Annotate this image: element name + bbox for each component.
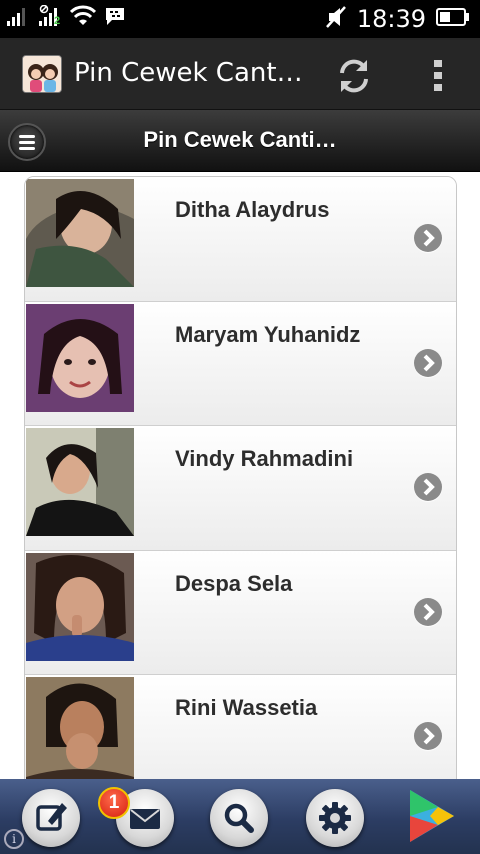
search-icon — [224, 803, 254, 833]
contact-list-container[interactable]: Ditha Alaydrus Maryam Yuhanidz Vindy Rah… — [0, 172, 480, 779]
signal-icon: 2 — [38, 4, 62, 32]
signal-icon — [6, 5, 30, 32]
avatar — [26, 179, 134, 287]
more-vert-icon — [434, 60, 442, 91]
settings-button[interactable] — [306, 789, 364, 847]
avatar — [26, 552, 134, 661]
battery-icon — [436, 7, 470, 32]
mail-badge: 1 — [98, 787, 130, 819]
contact-name: Despa Sela — [175, 570, 293, 596]
contact-name: Ditha Alaydrus — [175, 197, 330, 222]
chevron-right-icon — [414, 473, 442, 502]
list-item[interactable]: Ditha Alaydrus — [25, 177, 456, 302]
chevron-right-icon — [414, 348, 442, 377]
refresh-icon — [340, 59, 368, 93]
compose-icon — [36, 803, 67, 831]
action-bar: Pin Cewek Cant… — [0, 38, 480, 110]
list-item[interactable]: Maryam Yuhanidz — [25, 301, 456, 427]
list-item[interactable]: Despa Sela — [25, 550, 456, 676]
compose-button[interactable] — [22, 789, 80, 847]
mute-icon — [325, 5, 347, 34]
list-item[interactable]: Vindy Rahmadini — [25, 426, 456, 551]
chevron-right-icon — [414, 597, 442, 626]
contact-name: Maryam Yuhanidz — [175, 321, 361, 347]
sim2-label: 2 — [54, 15, 61, 27]
wifi-icon — [69, 5, 97, 32]
contact-name: Vindy Rahmadini — [175, 446, 354, 472]
status-bar: 2 18:39 — [0, 0, 480, 38]
clock: 18:39 — [356, 5, 426, 33]
play-store-button[interactable] — [404, 788, 460, 844]
info-icon[interactable]: i — [4, 829, 24, 849]
play-store-icon — [410, 790, 454, 842]
list-item[interactable]: Rini Wassetia — [25, 675, 456, 779]
overflow-menu-button[interactable] — [428, 56, 448, 96]
app-title: Pin Cewek Cant… — [74, 58, 303, 88]
avatar — [26, 428, 134, 537]
menu-icon — [19, 135, 35, 153]
search-button[interactable] — [210, 789, 268, 847]
avatar — [26, 303, 134, 412]
settings-icon — [319, 802, 351, 834]
chevron-right-icon — [414, 224, 442, 252]
avatar — [26, 677, 134, 779]
contact-name: Rini Wassetia — [175, 695, 318, 721]
bbm-icon — [104, 5, 126, 32]
app-icon — [22, 55, 62, 93]
contact-list: Ditha Alaydrus Maryam Yuhanidz Vindy Rah… — [24, 176, 457, 779]
page-header: Pin Cewek Canti… — [0, 110, 480, 172]
page-title: Pin Cewek Canti… — [143, 127, 337, 152]
chevron-right-icon — [414, 722, 442, 751]
refresh-button[interactable] — [334, 56, 374, 96]
menu-button[interactable] — [8, 123, 46, 161]
